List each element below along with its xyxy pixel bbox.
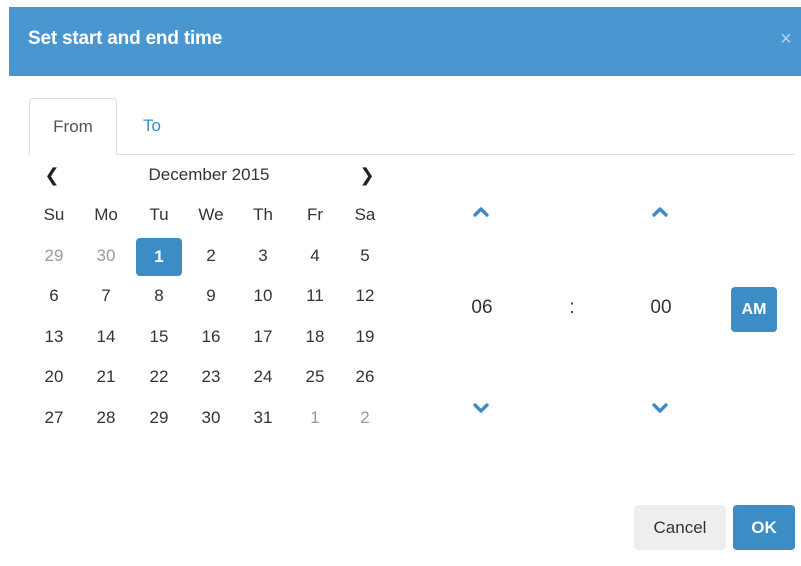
minute-increment-button[interactable] xyxy=(646,198,674,226)
calendar-day[interactable]: 2 xyxy=(342,398,388,438)
calendar-week-row: 13 14 15 16 17 18 19 xyxy=(28,317,394,358)
calendar-day[interactable]: 11 xyxy=(292,276,338,316)
dialog-header: Set start and end time × xyxy=(9,7,801,76)
calendar-day[interactable]: 9 xyxy=(188,276,234,316)
dialog-title: Set start and end time xyxy=(28,28,223,49)
chevron-left-icon[interactable]: ❮ xyxy=(41,162,63,188)
calendar-day[interactable]: 26 xyxy=(342,357,388,397)
tab-to[interactable]: To xyxy=(117,98,187,154)
chevron-down-icon xyxy=(473,403,489,413)
calendar-day[interactable]: 4 xyxy=(292,236,338,276)
calendar-day[interactable]: 31 xyxy=(240,398,286,438)
am-pm-toggle-button[interactable]: AM xyxy=(731,287,777,332)
date-time-range-dialog: Set start and end time × From To ❮ Decem… xyxy=(0,0,801,566)
chevron-down-icon xyxy=(652,403,668,413)
calendar-day[interactable]: 15 xyxy=(136,317,182,357)
calendar-day[interactable]: 3 xyxy=(240,236,286,276)
calendar-day[interactable]: 30 xyxy=(83,236,129,276)
calendar-day[interactable]: 13 xyxy=(31,317,77,357)
calendar-day[interactable]: 14 xyxy=(83,317,129,357)
hour-decrement-button[interactable] xyxy=(467,394,495,422)
calendar-day-selected[interactable]: 1 xyxy=(136,237,182,276)
weekday-label: Mo xyxy=(94,205,118,224)
ok-button[interactable]: OK xyxy=(733,505,795,550)
calendar-week-row: 20 21 22 23 24 25 26 xyxy=(28,357,394,398)
minute-value[interactable]: 00 xyxy=(631,294,691,322)
calendar-day[interactable]: 20 xyxy=(31,357,77,397)
calendar-day[interactable]: 28 xyxy=(83,398,129,438)
weekday-label: Fr xyxy=(306,205,324,224)
calendar-day[interactable]: 24 xyxy=(240,357,286,397)
tab-bar: From To xyxy=(29,98,795,155)
calendar-week-row: 27 28 29 30 31 1 2 xyxy=(28,398,394,439)
calendar-day[interactable]: 29 xyxy=(31,236,77,276)
calendar-day[interactable]: 27 xyxy=(31,398,77,438)
weekday-label: Th xyxy=(253,205,273,224)
minute-decrement-button[interactable] xyxy=(646,394,674,422)
chevron-right-icon[interactable]: ❯ xyxy=(356,162,378,188)
calendar-grid: Su Mo Tu We Th Fr Sa 29 30 1 2 3 4 5 6 7 8 9 10 11 12 13 14 15 1… xyxy=(28,195,394,438)
tab-from[interactable]: From xyxy=(29,98,117,155)
calendar-day[interactable]: 30 xyxy=(188,398,234,438)
calendar-day[interactable]: 10 xyxy=(240,276,286,316)
calendar-day[interactable]: 8 xyxy=(136,276,182,316)
chevron-up-icon xyxy=(473,207,489,217)
close-button[interactable]: × xyxy=(777,27,795,51)
calendar-day[interactable]: 16 xyxy=(188,317,234,357)
weekday-label: Sa xyxy=(354,205,376,224)
calendar-day[interactable]: 5 xyxy=(342,236,388,276)
weekday-label: We xyxy=(198,205,224,224)
weekday-label: Su xyxy=(43,205,65,224)
calendar-day[interactable]: 1 xyxy=(292,398,338,438)
calendar-day[interactable]: 22 xyxy=(136,357,182,397)
calendar-day[interactable]: 18 xyxy=(292,317,338,357)
calendar-day[interactable]: 6 xyxy=(31,276,77,316)
calendar-day[interactable]: 17 xyxy=(240,317,286,357)
hour-value[interactable]: 06 xyxy=(452,294,512,322)
calendar-day[interactable]: 25 xyxy=(292,357,338,397)
calendar-day[interactable]: 7 xyxy=(83,276,129,316)
calendar-day[interactable]: 23 xyxy=(188,357,234,397)
calendar-day[interactable]: 2 xyxy=(188,236,234,276)
calendar-day[interactable]: 29 xyxy=(136,398,182,438)
calendar-day[interactable]: 19 xyxy=(342,317,388,357)
calendar-month-label[interactable]: December 2015 xyxy=(120,162,298,188)
time-separator: : xyxy=(569,297,575,318)
calendar-day[interactable]: 12 xyxy=(342,276,388,316)
weekday-header-row: Su Mo Tu We Th Fr Sa xyxy=(28,195,394,236)
calendar-week-row: 6 7 8 9 10 11 12 xyxy=(28,276,394,317)
chevron-up-icon xyxy=(652,207,668,217)
calendar-day[interactable]: 21 xyxy=(83,357,129,397)
calendar-week-row: 29 30 1 2 3 4 5 xyxy=(28,236,394,277)
weekday-label: Tu xyxy=(149,205,169,224)
hour-increment-button[interactable] xyxy=(467,198,495,226)
cancel-button[interactable]: Cancel xyxy=(634,505,726,550)
